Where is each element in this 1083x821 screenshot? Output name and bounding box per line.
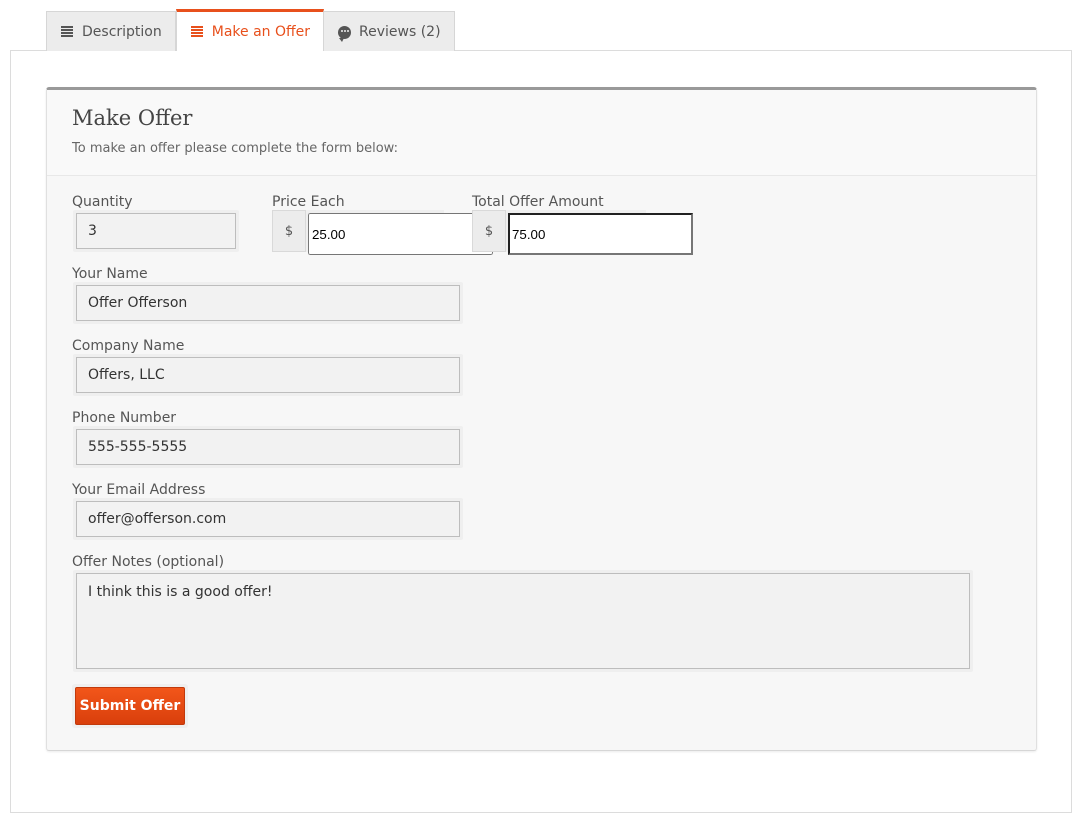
- phone-field-wrap: [73, 426, 463, 468]
- quantity-input[interactable]: [76, 213, 236, 249]
- quantity-field-wrap: [73, 210, 239, 252]
- form-title: Make Offer: [72, 106, 193, 130]
- tab-reviews[interactable]: Reviews (2): [324, 11, 455, 51]
- name-field-wrap: [73, 282, 463, 324]
- quantity-label: Quantity: [72, 194, 133, 210]
- list-icon: [61, 25, 74, 38]
- notes-field-wrap: I think this is a good offer!: [73, 570, 973, 672]
- tab-label: Description: [82, 23, 162, 40]
- price-each-group: $: [272, 210, 493, 255]
- email-field-wrap: [73, 498, 463, 540]
- name-label: Your Name: [72, 266, 148, 282]
- tab-label: Reviews (2): [359, 23, 441, 40]
- notes-label: Offer Notes (optional): [72, 554, 225, 570]
- price-each-label: Price Each: [272, 194, 345, 210]
- form-subtitle: To make an offer please complete the for…: [72, 141, 398, 156]
- email-label: Your Email Address: [72, 482, 206, 498]
- notes-textarea[interactable]: I think this is a good offer!: [76, 573, 970, 669]
- submit-wrap: Submit Offer: [72, 684, 188, 728]
- form-header: Make Offer To make an offer please compl…: [47, 90, 1036, 176]
- total-offer-label: Total Offer Amount: [472, 194, 604, 210]
- tab-label: Make an Offer: [211, 23, 311, 40]
- list-icon: [190, 25, 204, 38]
- tab-make-an-offer[interactable]: Make an Offer: [175, 9, 325, 51]
- total-offer-field-wrap: [506, 210, 693, 255]
- name-input[interactable]: [76, 285, 460, 321]
- tab-bar: Description Make an Offer Reviews (2): [46, 9, 455, 51]
- phone-input[interactable]: [76, 429, 460, 465]
- phone-label: Phone Number: [72, 410, 177, 426]
- price-each-input[interactable]: [308, 213, 493, 255]
- total-offer-input[interactable]: [508, 213, 693, 255]
- chat-bubble-icon: [338, 26, 352, 42]
- email-input[interactable]: [76, 501, 460, 537]
- submit-offer-button[interactable]: Submit Offer: [75, 687, 185, 725]
- currency-addon: $: [272, 210, 306, 252]
- company-field-wrap: [73, 354, 463, 396]
- tab-description[interactable]: Description: [46, 11, 176, 51]
- currency-addon: $: [472, 210, 506, 252]
- company-input[interactable]: [76, 357, 460, 393]
- total-offer-group: $: [472, 210, 693, 255]
- company-label: Company Name: [72, 338, 185, 354]
- price-each-field-wrap: [306, 210, 493, 255]
